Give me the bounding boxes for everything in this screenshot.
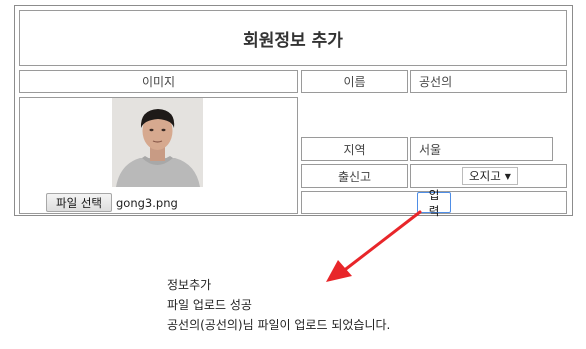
school-select[interactable]: 오지고 ▼ bbox=[462, 167, 518, 185]
file-select-button[interactable]: 파일 선택 bbox=[46, 193, 112, 212]
file-name: gong3.png bbox=[116, 196, 178, 210]
name-label: 이름 bbox=[301, 70, 408, 93]
school-select-value: 오지고 bbox=[469, 169, 501, 183]
region-value[interactable]: 서울 bbox=[410, 137, 553, 161]
message-line: 정보추가 bbox=[167, 278, 212, 292]
dropdown-arrow-icon: ▼ bbox=[504, 171, 511, 181]
name-value[interactable]: 공선의 bbox=[410, 70, 567, 93]
person-photo-icon bbox=[112, 98, 203, 187]
form-title: 회원정보 추가 bbox=[19, 10, 567, 66]
school-label: 출신고 bbox=[301, 164, 408, 188]
region-label: 지역 bbox=[301, 137, 408, 161]
red-arrow-icon bbox=[326, 210, 422, 282]
blank-cell bbox=[301, 97, 567, 134]
profile-photo bbox=[112, 98, 203, 187]
message-line: 공선의(공선의)님 파일이 업로드 되었습니다. bbox=[167, 318, 391, 332]
message-line: 파일 업로드 성공 bbox=[167, 298, 252, 312]
image-header: 이미지 bbox=[19, 70, 298, 93]
